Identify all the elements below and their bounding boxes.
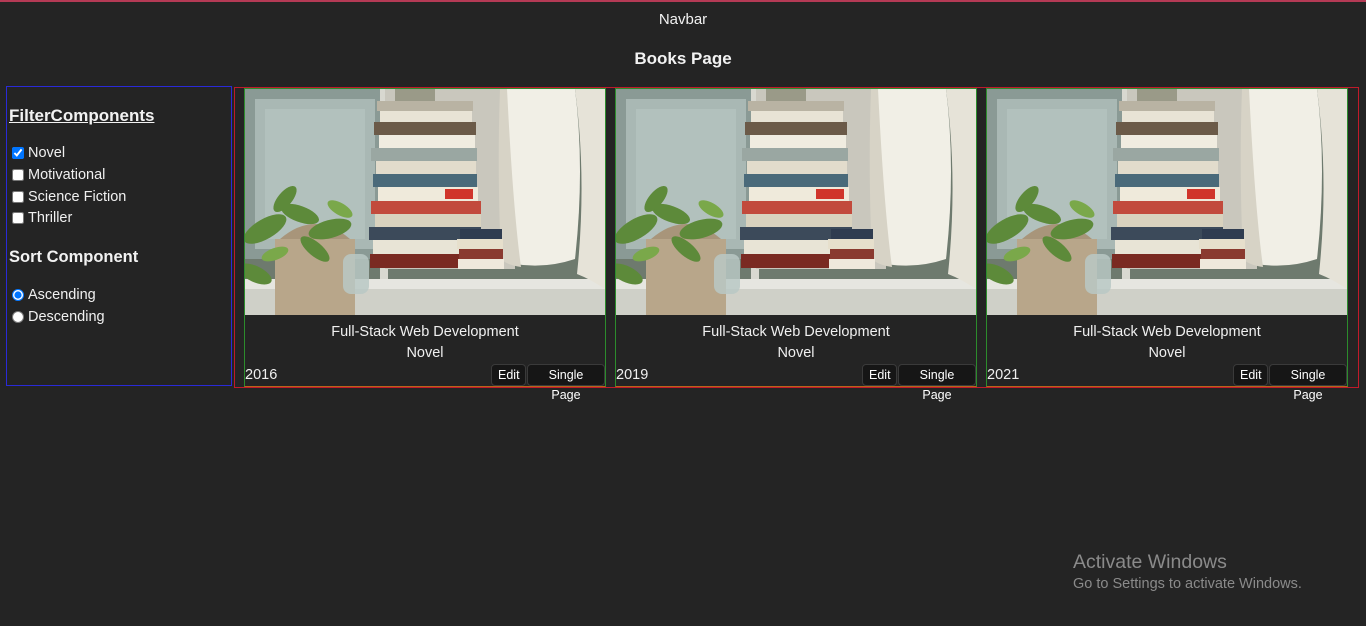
filter-option-novel[interactable]: Novel: [11, 143, 65, 163]
watermark-subtitle: Go to Settings to activate Windows.: [1073, 576, 1302, 592]
book-genre: Novel: [777, 345, 815, 361]
filter-checkbox-thriller[interactable]: [12, 212, 24, 224]
filter-checkbox-science-fiction[interactable]: [12, 191, 24, 203]
book-card: Full-Stack Web Development Novel 2021 Ed…: [986, 88, 1348, 402]
filter-label: Motivational: [28, 167, 106, 183]
activate-windows-watermark: Activate Windows Go to Settings to activ…: [1073, 551, 1302, 592]
filter-option-motivational[interactable]: Motivational: [11, 165, 105, 185]
filter-panel: FilterComponents Novel Motivational Scie…: [6, 86, 232, 386]
single-page-button[interactable]: Single Page: [1269, 364, 1347, 402]
book-genre: Novel: [1148, 345, 1186, 361]
edit-button[interactable]: Edit: [491, 364, 526, 386]
filter-label: Science Fiction: [28, 189, 127, 205]
book-card: Full-Stack Web Development Novel 2019 Ed…: [615, 88, 977, 402]
book-cover-image: [987, 89, 1347, 315]
sort-label: Descending: [28, 309, 105, 325]
sort-option-descending[interactable]: Descending: [11, 307, 105, 327]
filter-option-thriller[interactable]: Thriller: [11, 208, 72, 228]
filter-label: Novel: [28, 145, 66, 161]
sort-label: Ascending: [28, 287, 96, 303]
filter-label: Thriller: [28, 210, 73, 226]
book-year: 2021: [987, 367, 1020, 383]
sort-option-ascending[interactable]: Ascending: [11, 285, 96, 305]
sort-heading: Sort Component: [9, 248, 139, 266]
sort-radio-ascending[interactable]: [12, 289, 24, 301]
top-accent-line: [0, 0, 1366, 2]
book-title: Full-Stack Web Development: [702, 324, 890, 340]
filter-checkbox-motivational[interactable]: [12, 169, 24, 181]
edit-button[interactable]: Edit: [1233, 364, 1268, 386]
filter-heading: FilterComponents: [9, 106, 155, 125]
book-genre: Novel: [406, 345, 444, 361]
page-title: Books Page: [634, 49, 732, 68]
books-panel: Full-Stack Web Development Novel 2016 Ed…: [234, 87, 1359, 402]
sort-radio-descending[interactable]: [12, 311, 24, 323]
book-card: Full-Stack Web Development Novel 2016 Ed…: [244, 88, 606, 402]
navbar: Navbar: [658, 11, 708, 28]
book-cover-image: [616, 89, 976, 315]
filter-checkbox-novel[interactable]: [12, 147, 24, 159]
book-title: Full-Stack Web Development: [331, 324, 519, 340]
filter-option-science-fiction[interactable]: Science Fiction: [11, 187, 126, 207]
single-page-button[interactable]: Single Page: [527, 364, 605, 402]
book-title: Full-Stack Web Development: [1073, 324, 1261, 340]
watermark-title: Activate Windows: [1073, 551, 1227, 573]
book-cover-image: [245, 89, 605, 315]
book-year: 2016: [245, 367, 278, 383]
single-page-button[interactable]: Single Page: [898, 364, 976, 402]
edit-button[interactable]: Edit: [862, 364, 897, 386]
book-year: 2019: [616, 367, 649, 383]
